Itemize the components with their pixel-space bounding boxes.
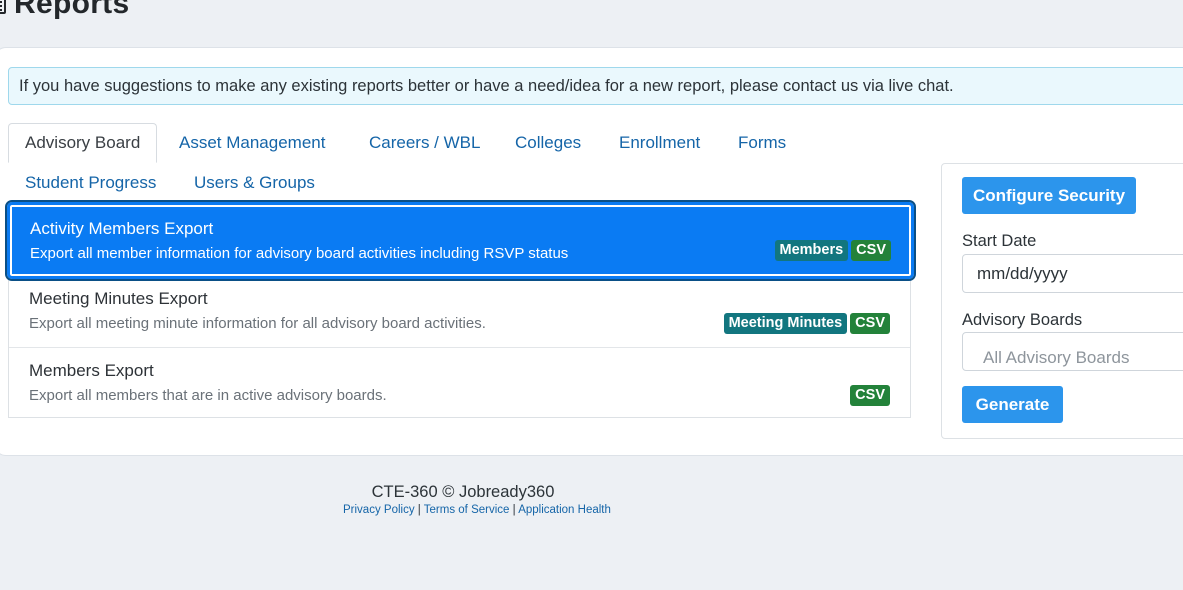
start-date-label: Start Date — [962, 232, 1037, 250]
advisory-boards-label: Advisory Boards — [962, 311, 1083, 329]
tab-label: Colleges — [515, 133, 582, 152]
start-date-field[interactable]: mm/dd/yyyy — [962, 254, 1183, 293]
page-title: Reports — [0, 0, 129, 22]
advisory-boards-select[interactable]: All Advisory Boards — [962, 332, 1183, 371]
tab-label: Student Progress — [25, 173, 157, 192]
report-description: Export all member information for adviso… — [30, 245, 569, 262]
tab-label: Enrollment — [619, 133, 701, 152]
tab-advisory-board[interactable]: Advisory Board — [8, 123, 158, 163]
csv-badge: CSV — [850, 313, 890, 334]
row-divider — [9, 347, 910, 348]
report-title: Meeting Minutes Export — [29, 289, 208, 308]
tab-colleges[interactable]: Colleges — [499, 123, 597, 163]
footer: CTE-360 © Jobready360 Privacy Policy | T… — [0, 483, 1183, 516]
tab-enrollment[interactable]: Enrollment — [603, 123, 716, 163]
info-text: If you have suggestions to make any exis… — [19, 76, 954, 95]
page-title-text: Reports — [14, 0, 130, 20]
tab-label: Careers / WBL — [369, 133, 481, 152]
link-separator: | — [512, 504, 516, 516]
application-health-link[interactable]: Application Health — [518, 504, 611, 516]
terms-of-service-link[interactable]: Terms of Service — [424, 504, 510, 516]
generate-button[interactable]: Generate — [962, 386, 1063, 423]
report-list: Activity Members Export Export all membe… — [5, 200, 916, 418]
report-title: Activity Members Export — [30, 219, 214, 238]
report-item-meeting-minutes-export[interactable]: Meeting Minutes Export Export all meetin… — [9, 289, 910, 347]
tab-users-groups[interactable]: Users & Groups — [178, 163, 331, 203]
report-title: Members Export — [29, 361, 154, 380]
meeting-minutes-badge: Meeting Minutes — [723, 313, 848, 334]
tab-label: Asset Management — [179, 133, 326, 152]
privacy-policy-link[interactable]: Privacy Policy — [343, 504, 415, 516]
report-item-members-export[interactable]: Members Export Export all members that a… — [9, 361, 910, 417]
tab-label: Users & Groups — [194, 173, 315, 192]
tab-label: Advisory Board — [25, 133, 141, 152]
tab-forms[interactable]: Forms — [722, 123, 802, 163]
report-icon — [0, 0, 6, 14]
footer-links: Privacy Policy | Terms of Service | Appl… — [343, 504, 611, 516]
copyright-text: CTE-360 © Jobready360 — [371, 483, 555, 501]
tab-careers-wbl[interactable]: Careers / WBL — [353, 123, 496, 163]
report-item-activity-members-export[interactable]: Activity Members Export Export all membe… — [5, 200, 916, 281]
report-description: Export all members that are in active ad… — [29, 387, 387, 404]
tab-asset-management[interactable]: Asset Management — [163, 123, 341, 163]
tab-student-progress[interactable]: Student Progress — [9, 163, 172, 203]
csv-badge: CSV — [850, 385, 890, 406]
link-separator: | — [417, 504, 421, 516]
csv-badge: CSV — [851, 240, 891, 261]
tab-label: Forms — [738, 133, 787, 152]
report-options-panel: Configure Security Start Date mm/dd/yyyy… — [941, 163, 1183, 439]
info-alert: If you have suggestions to make any exis… — [8, 67, 1183, 105]
configure-security-button[interactable]: Configure Security — [962, 177, 1136, 214]
members-badge: Members — [774, 240, 849, 261]
